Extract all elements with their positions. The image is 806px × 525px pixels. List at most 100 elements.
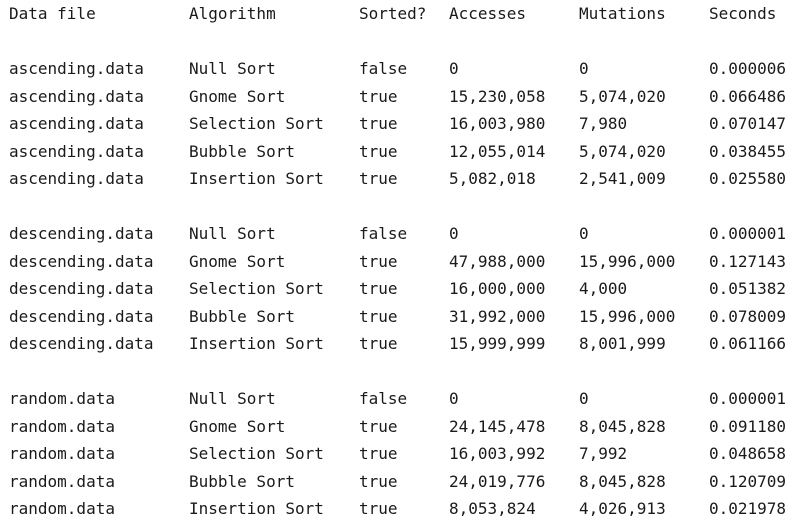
cell-algorithm: Gnome Sort (189, 251, 286, 271)
cell-mutations: 7,980 (579, 114, 628, 133)
cell-seconds: 0.038455 (709, 141, 787, 161)
cell-mutations: 0 (579, 224, 589, 243)
cell-data-file: random.data (9, 471, 115, 491)
cell-mutations: 2,541,009 (579, 169, 666, 188)
cell-algorithm: Null Sort (189, 224, 276, 243)
header-seconds: Seconds (709, 4, 777, 23)
cell-algorithm: Insertion Sort (189, 499, 324, 518)
cell-accesses: 31,992,000 (449, 306, 546, 326)
cell-sorted: true (359, 279, 398, 298)
header-accesses: Accesses (449, 4, 527, 23)
header-row: Data file Algorithm Sorted? Accesses Mut… (0, 3, 806, 25)
cell-data-file: ascending.data (9, 86, 144, 106)
table-row: descending.data Gnome Sort true 47,988,000 1… (0, 251, 806, 273)
cell-mutations: 8,001,999 (579, 334, 666, 353)
header-sorted: Sorted? (359, 4, 427, 23)
cell-accesses: 8,053,824 (449, 499, 536, 518)
cell-sorted: true (359, 499, 398, 518)
cell-algorithm: Selection Sort (189, 114, 324, 133)
cell-algorithm: Bubble Sort (189, 306, 295, 326)
cell-algorithm: Bubble Sort (189, 141, 295, 161)
table-row: descending.data Selection Sort true 16,000,… (0, 278, 806, 300)
cell-sorted: false (359, 389, 408, 408)
cell-accesses: 12,055,014 (449, 141, 546, 161)
cell-seconds: 0.120709 (709, 471, 787, 491)
cell-algorithm: Insertion Sort (189, 169, 324, 188)
cell-seconds: 0.061166 (709, 334, 787, 353)
cell-mutations: 15,996,000 (579, 251, 676, 271)
table-row: random.data Null Sort false 0 0 0.000001 (0, 388, 806, 410)
cell-accesses: 24,019,776 (449, 471, 546, 491)
table-row: ascending.data Selection Sort true 16,003,9… (0, 113, 806, 135)
cell-algorithm: Null Sort (189, 59, 276, 78)
cell-accesses: 47,988,000 (449, 251, 546, 271)
cell-data-file: random.data (9, 499, 115, 518)
cell-seconds: 0.000001 (709, 224, 787, 243)
cell-accesses: 0 (449, 389, 459, 408)
cell-data-file: descending.data (9, 279, 154, 298)
cell-data-file: ascending.data (9, 141, 144, 161)
cell-mutations: 15,996,000 (579, 306, 676, 326)
cell-accesses: 15,230,058 (449, 86, 546, 106)
cell-mutations: 5,074,020 (579, 141, 666, 161)
cell-seconds: 0.051382 (709, 279, 787, 298)
cell-mutations: 7,992 (579, 444, 628, 463)
cell-data-file: random.data (9, 444, 115, 463)
cell-algorithm: Insertion Sort (189, 334, 324, 353)
cell-seconds: 0.066486 (709, 86, 787, 106)
table-row: ascending.data Null Sort false 0 0 0.000006 (0, 58, 806, 80)
cell-algorithm: Null Sort (189, 389, 276, 408)
table-row: descending.data Insertion Sort true 15,999,… (0, 333, 806, 355)
cell-algorithm: Bubble Sort (189, 471, 295, 491)
cell-sorted: true (359, 86, 398, 106)
cell-seconds: 0.078009 (709, 306, 787, 326)
cell-sorted: true (359, 141, 398, 161)
cell-seconds: 0.000001 (709, 389, 787, 408)
cell-seconds: 0.000006 (709, 59, 787, 78)
table-row: descending.data Null Sort false 0 0 0.000001 (0, 223, 806, 245)
cell-sorted: true (359, 444, 398, 463)
cell-seconds: 0.021978 (709, 499, 787, 518)
cell-accesses: 16,003,992 (449, 444, 546, 463)
cell-accesses: 16,000,000 (449, 279, 546, 298)
cell-mutations: 8,045,828 (579, 416, 666, 436)
table-row: random.data Gnome Sort true 24,145,478 8,045… (0, 416, 806, 438)
cell-sorted: true (359, 306, 398, 326)
header-mutations: Mutations (579, 4, 666, 23)
cell-sorted: true (359, 416, 398, 436)
table-row: random.data Insertion Sort true 8,053,824 4,… (0, 498, 806, 520)
cell-sorted: true (359, 334, 398, 353)
cell-algorithm: Gnome Sort (189, 86, 286, 106)
cell-algorithm: Selection Sort (189, 444, 324, 463)
cell-data-file: random.data (9, 416, 115, 436)
header-algorithm: Algorithm (189, 4, 276, 23)
cell-seconds: 0.025580 (709, 169, 787, 188)
cell-accesses: 0 (449, 224, 459, 243)
table-row: ascending.data Insertion Sort true 5,082,01… (0, 168, 806, 190)
cell-accesses: 16,003,980 (449, 114, 546, 133)
cell-data-file: random.data (9, 389, 115, 408)
cell-data-file: ascending.data (9, 114, 144, 133)
cell-mutations: 0 (579, 389, 589, 408)
cell-data-file: ascending.data (9, 59, 144, 78)
header-data-file: Data file (9, 4, 96, 23)
cell-sorted: false (359, 59, 408, 78)
cell-mutations: 4,000 (579, 279, 628, 298)
cell-data-file: descending.data (9, 224, 154, 243)
cell-mutations: 5,074,020 (579, 86, 666, 106)
table-row: random.data Bubble Sort true 24,019,776 8,04… (0, 471, 806, 493)
cell-accesses: 24,145,478 (449, 416, 546, 436)
table-row: ascending.data Gnome Sort true 15,230,058 5,… (0, 86, 806, 108)
cell-accesses: 5,082,018 (449, 169, 536, 188)
cell-data-file: ascending.data (9, 169, 144, 188)
table-row: random.data Selection Sort true 16,003,992 7… (0, 443, 806, 465)
cell-sorted: true (359, 471, 398, 491)
console-output: Data file Algorithm Sorted? Accesses Mut… (0, 0, 806, 525)
cell-sorted: true (359, 114, 398, 133)
cell-accesses: 0 (449, 59, 459, 78)
cell-mutations: 0 (579, 59, 589, 78)
cell-accesses: 15,999,999 (449, 334, 546, 353)
cell-seconds: 0.091180 (709, 416, 787, 436)
cell-sorted: true (359, 251, 398, 271)
table-row: ascending.data Bubble Sort true 12,055,014 5… (0, 141, 806, 163)
